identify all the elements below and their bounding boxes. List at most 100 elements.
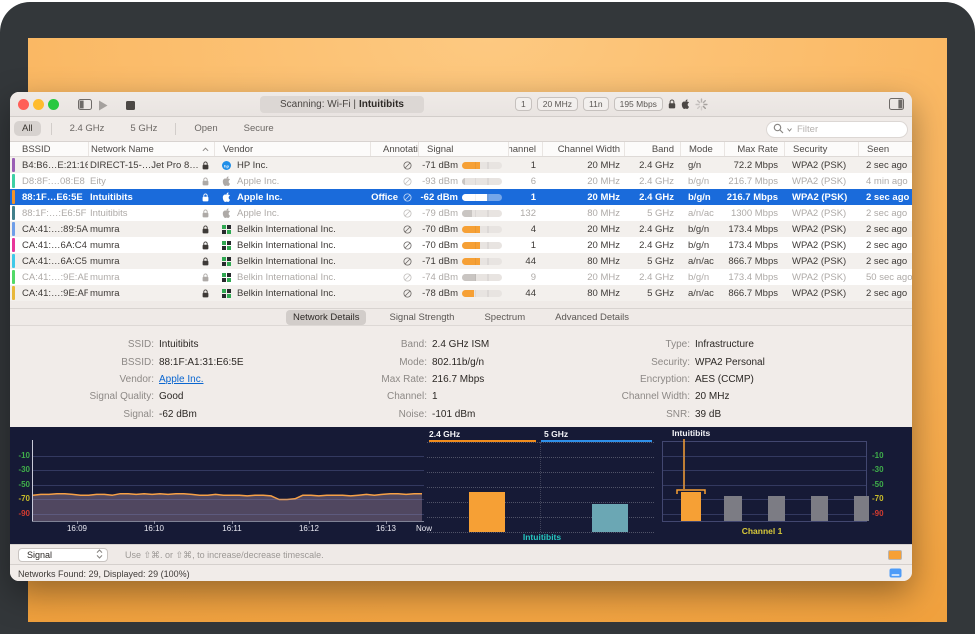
band-tab-5-ghz[interactable]: 5 GHz <box>544 429 568 439</box>
annotation-none-icon <box>403 209 412 218</box>
security-cell: WPA2 (PSK) <box>784 221 858 237</box>
network-row[interactable]: D8:8F:…08:E8EityApple Inc.-93 dBm620 MHz… <box>10 173 912 189</box>
monitor-icon[interactable] <box>889 568 902 581</box>
inspector-toggle-button[interactable] <box>889 98 904 113</box>
details-tabs: Network Details Signal Strength Spectrum Ad… <box>10 310 912 325</box>
y-axis-label: -30 <box>10 465 30 475</box>
column-header-ann[interactable]: Annotations <box>370 142 418 156</box>
network-name-cell: Intuitibits <box>88 205 214 221</box>
window-title: Scanning: Wi-Fi | Intuitibits <box>260 96 424 113</box>
network-row[interactable]: CA:41:…:9E:AEmumraBelkin International I… <box>10 269 912 285</box>
column-header-bssid[interactable]: BSSID <box>16 142 88 156</box>
column-header-vendor[interactable]: Vendor <box>214 142 370 156</box>
network-row[interactable]: CA:41:…6A:C4mumraBelkin International In… <box>10 237 912 253</box>
detail-row: Security:WPA2 Personal <box>595 353 765 370</box>
vendor-cell: hpHP Inc. <box>214 157 370 173</box>
belkin-vendor-icon <box>222 273 231 282</box>
mode-cell: a/n/ac <box>680 253 724 269</box>
filter-segment-5-ghz[interactable]: 5 GHz <box>122 121 165 136</box>
mode-cell: g/n <box>680 157 724 173</box>
column-header-rate[interactable]: Max Rate <box>724 142 784 156</box>
network-row[interactable]: CA:41:…6A:C5mumraBelkin International In… <box>10 253 912 269</box>
y-axis-label: -90 <box>10 509 30 519</box>
close-button[interactable] <box>18 99 29 110</box>
annotation-cell <box>370 269 418 285</box>
band-filter-segments: All 2.4 GHz 5 GHz Open Secure <box>14 121 282 136</box>
vendor-cell: Belkin International Inc. <box>214 253 370 269</box>
belkin-vendor-icon <box>222 289 231 298</box>
channel-width-cell: 20 MHz <box>542 189 624 205</box>
seen-cell: 50 sec ago <box>858 269 912 285</box>
network-color-indicator <box>12 190 15 204</box>
lock-icon <box>202 257 209 266</box>
device-frame: Scanning: Wi-Fi | Intuitibits 120 MHz11n… <box>0 2 975 634</box>
max-rate-cell: 216.7 Mbps <box>724 173 784 189</box>
y-axis-label: -70 <box>872 494 896 504</box>
signal-meter <box>462 242 502 249</box>
detail-row: BSSID:88:1F:A1:31:E6:5E <box>16 353 244 370</box>
tab-advanced-details[interactable]: Advanced Details <box>548 310 636 325</box>
network-row[interactable]: 88:1F:…:E6:5FIntuitibitsApple Inc.-79 dB… <box>10 205 912 221</box>
column-header-cw[interactable]: Channel Width <box>542 142 624 156</box>
bssid-cell: CA:41:…:89:5A <box>16 221 88 237</box>
filter-segment-2-4-ghz[interactable]: 2.4 GHz <box>62 121 113 136</box>
network-row[interactable]: B4:B6…E:21:16DIRECT-15-…Jet Pro 8710hpHP… <box>10 157 912 173</box>
detail-value-link[interactable]: Apple Inc. <box>159 374 203 385</box>
network-row[interactable]: CA:41:…:89:5AmumraBelkin International I… <box>10 221 912 237</box>
column-header-ch[interactable]: Channel <box>508 142 542 156</box>
band-tab-2-4-ghz[interactable]: 2.4 GHz <box>429 429 460 439</box>
network-name-text: mumra <box>90 224 202 235</box>
band-chart-network-caption: Intuitibits <box>523 532 561 542</box>
seen-cell: 2 sec ago <box>858 285 912 301</box>
network-name-text: Eity <box>90 176 202 187</box>
signal-meter <box>462 290 502 297</box>
column-header-band[interactable]: Band <box>624 142 680 156</box>
detail-row: SNR:39 dB <box>595 406 765 423</box>
lock-icon <box>668 99 676 109</box>
filter-segment-all[interactable]: All <box>14 121 41 136</box>
selected-network-color-swatch[interactable] <box>888 550 902 560</box>
mode-cell: b/g/n <box>680 173 724 189</box>
window-title-prefix: Scanning: Wi-Fi | <box>280 99 356 110</box>
channel-cell: 6 <box>508 173 542 189</box>
channel-bar <box>854 496 869 521</box>
tab-network-details[interactable]: Network Details <box>286 310 367 325</box>
filter-segment-open[interactable]: Open <box>186 121 225 136</box>
column-header-mode[interactable]: Mode <box>680 142 724 156</box>
network-name-text: mumra <box>90 256 202 267</box>
bssid-cell: CA:41:…:9E:AE <box>16 269 88 285</box>
column-header-sig[interactable]: Signal <box>418 142 508 156</box>
divider <box>10 308 912 309</box>
scan-stop-button[interactable] <box>126 101 135 113</box>
filter-segment-secure[interactable]: Secure <box>236 121 282 136</box>
detail-row: Noise:-101 dBm <box>330 406 489 423</box>
column-header-name[interactable]: Network Name <box>88 142 214 156</box>
search-input[interactable] <box>795 123 901 136</box>
minimize-button[interactable] <box>33 99 44 110</box>
detail-label: Channel Width: <box>595 391 690 402</box>
chart-metric-select[interactable]: Signal <box>18 548 108 562</box>
filter-search-field[interactable] <box>766 121 908 138</box>
tab-spectrum[interactable]: Spectrum <box>477 310 532 325</box>
detail-label: Band: <box>330 339 427 350</box>
network-row[interactable]: CA:41:…:9E:AFmumraBelkin International I… <box>10 285 912 301</box>
apple-logo-icon <box>681 99 690 109</box>
tab-signal-strength[interactable]: Signal Strength <box>382 310 461 325</box>
signal-value-text: -74 dBm <box>422 272 458 283</box>
zoom-button[interactable] <box>48 99 59 110</box>
scan-play-button[interactable] <box>98 100 108 114</box>
sidebar-toggle-button[interactable] <box>78 99 92 113</box>
detail-label: Channel: <box>330 391 427 402</box>
signal-meter <box>462 162 502 169</box>
detail-row: Max Rate:216.7 Mbps <box>330 371 489 388</box>
channel-width-cell: 20 MHz <box>542 157 624 173</box>
signal-cell: -79 dBm <box>418 205 508 221</box>
search-scope-chevron-icon[interactable] <box>787 124 792 135</box>
security-cell: WPA2 (PSK) <box>784 285 858 301</box>
column-header-sec[interactable]: Security <box>784 142 858 156</box>
security-cell: WPA2 (PSK) <box>784 189 858 205</box>
column-header-seen[interactable]: Seen <box>858 142 912 156</box>
details-tabs-bar: Network Details Signal Strength Spectrum Ad… <box>10 301 912 325</box>
network-row[interactable]: 88:1F…E6:5EIntuitibitsApple Inc.Main Off… <box>10 189 912 205</box>
max-rate-cell: 866.7 Mbps <box>724 253 784 269</box>
